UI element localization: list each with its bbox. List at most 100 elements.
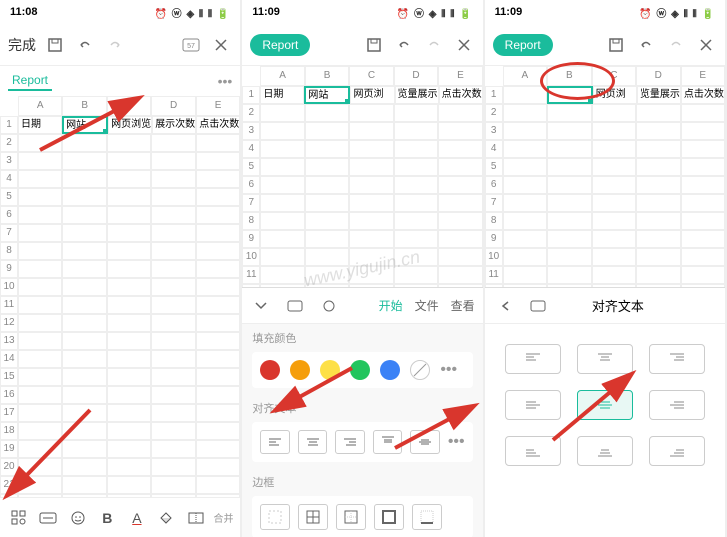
cell[interactable] [260, 212, 304, 230]
row-number[interactable]: 8 [0, 242, 18, 260]
cell-selected[interactable]: 网站 [62, 116, 108, 134]
cell[interactable] [62, 350, 106, 368]
apps-icon[interactable] [7, 506, 31, 530]
cell[interactable] [305, 230, 349, 248]
cell[interactable] [636, 266, 680, 284]
cell[interactable] [394, 104, 438, 122]
col-header[interactable]: E [438, 66, 482, 86]
cell[interactable] [260, 230, 304, 248]
cell[interactable] [681, 104, 725, 122]
row-number[interactable]: 2 [485, 104, 503, 122]
col-header[interactable]: B [62, 96, 106, 116]
cell[interactable] [196, 332, 240, 350]
align-top-left-icon[interactable] [505, 344, 561, 374]
cell[interactable] [18, 134, 62, 152]
cell[interactable] [62, 134, 106, 152]
cell[interactable] [438, 104, 482, 122]
collapse-icon[interactable] [250, 295, 272, 317]
close-icon[interactable] [695, 34, 717, 56]
cell[interactable] [62, 188, 106, 206]
cell[interactable] [62, 440, 106, 458]
cell[interactable] [151, 386, 195, 404]
row-number[interactable]: 7 [0, 224, 18, 242]
cell[interactable] [681, 194, 725, 212]
col-header[interactable]: E [681, 66, 725, 86]
row-number[interactable]: 17 [0, 404, 18, 422]
row-number[interactable]: 8 [485, 212, 503, 230]
align-top-right-icon[interactable] [649, 344, 705, 374]
cell[interactable] [62, 476, 106, 494]
row-number[interactable]: 12 [0, 314, 18, 332]
cell[interactable] [196, 314, 240, 332]
col-header[interactable]: A [18, 96, 62, 116]
cell[interactable]: 网页浏 [593, 86, 637, 104]
cell[interactable] [503, 248, 547, 266]
cell[interactable] [107, 476, 151, 494]
cell[interactable] [62, 152, 106, 170]
border-all-icon[interactable] [298, 504, 328, 530]
cell[interactable] [18, 206, 62, 224]
cell[interactable] [503, 158, 547, 176]
cell[interactable] [18, 494, 62, 497]
cell[interactable] [196, 458, 240, 476]
row-number[interactable]: 5 [485, 158, 503, 176]
col-header[interactable]: B [547, 66, 591, 86]
color-none[interactable] [410, 360, 430, 380]
cell[interactable] [305, 158, 349, 176]
tab-view[interactable]: 查看 [451, 297, 475, 314]
cell[interactable] [547, 248, 591, 266]
cell[interactable] [260, 122, 304, 140]
align-middle-left-icon[interactable] [505, 390, 561, 420]
cell[interactable] [151, 170, 195, 188]
cell[interactable] [18, 458, 62, 476]
cell[interactable] [18, 404, 62, 422]
undo-icon[interactable] [635, 34, 657, 56]
row-number[interactable]: 21 [0, 476, 18, 494]
cell[interactable] [196, 296, 240, 314]
cell[interactable] [107, 404, 151, 422]
cell[interactable] [349, 104, 393, 122]
cell[interactable] [18, 188, 62, 206]
cell[interactable] [18, 296, 62, 314]
cell[interactable] [503, 266, 547, 284]
cell[interactable] [18, 440, 62, 458]
row-number[interactable]: 10 [242, 248, 260, 266]
cell[interactable] [151, 368, 195, 386]
cell[interactable] [196, 152, 240, 170]
row-number[interactable]: 5 [242, 158, 260, 176]
cell[interactable] [438, 212, 482, 230]
cell[interactable] [394, 248, 438, 266]
row-number[interactable]: 4 [242, 140, 260, 158]
cell[interactable] [62, 242, 106, 260]
cell[interactable] [438, 140, 482, 158]
cell[interactable] [196, 170, 240, 188]
cell[interactable] [151, 332, 195, 350]
cell[interactable] [107, 422, 151, 440]
cell[interactable] [394, 176, 438, 194]
cell[interactable] [503, 122, 547, 140]
keyboard-icon[interactable] [527, 295, 549, 317]
cell[interactable] [592, 122, 636, 140]
row-number[interactable]: 18 [0, 422, 18, 440]
col-header[interactable]: C [592, 66, 636, 86]
cell[interactable] [394, 230, 438, 248]
cell[interactable] [107, 332, 151, 350]
cell[interactable] [349, 194, 393, 212]
cell[interactable] [260, 158, 304, 176]
cell[interactable] [196, 440, 240, 458]
cell[interactable] [636, 158, 680, 176]
cell[interactable] [107, 188, 151, 206]
cell[interactable] [196, 494, 240, 497]
cell[interactable] [151, 458, 195, 476]
color-blue[interactable] [380, 360, 400, 380]
cell[interactable] [547, 194, 591, 212]
row-number[interactable]: 13 [0, 332, 18, 350]
align-bottom-left-icon[interactable] [505, 436, 561, 466]
cell[interactable] [196, 260, 240, 278]
cell[interactable]: 网页浏 [350, 86, 394, 104]
cell[interactable] [151, 440, 195, 458]
cell[interactable] [394, 122, 438, 140]
cell[interactable] [547, 104, 591, 122]
cell[interactable] [305, 122, 349, 140]
row-number[interactable]: 10 [485, 248, 503, 266]
